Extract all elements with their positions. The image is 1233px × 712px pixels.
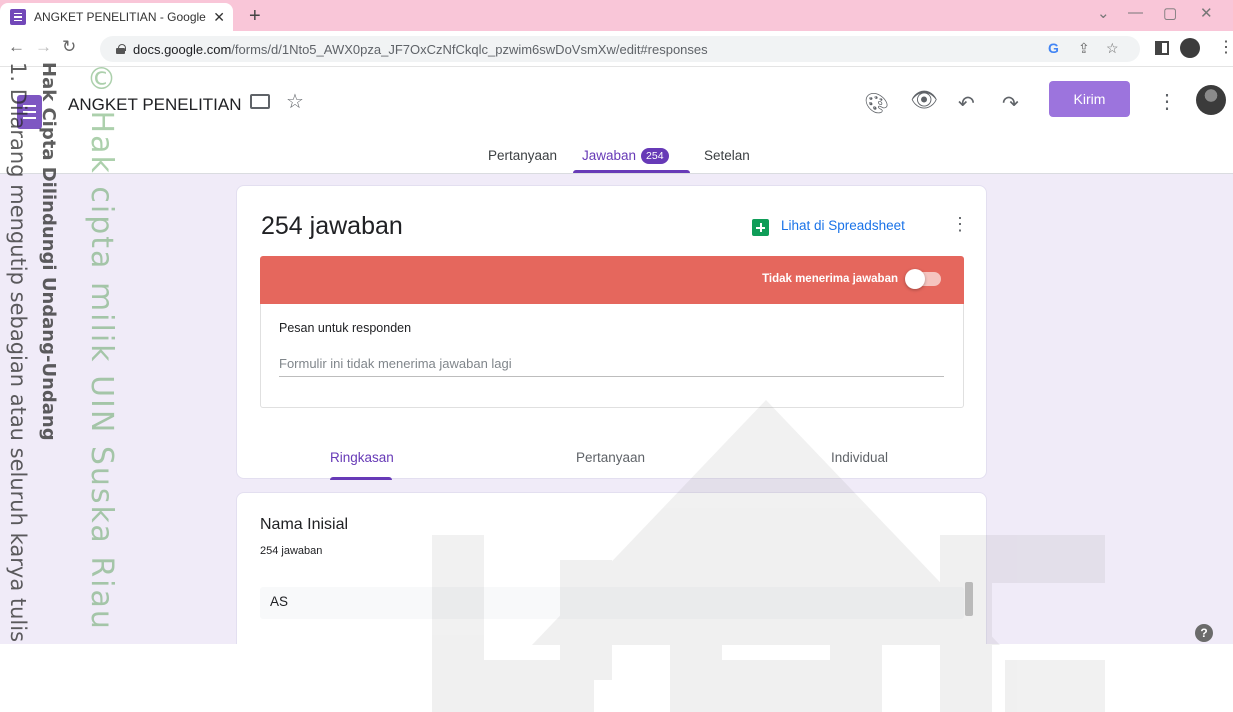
view-in-sheets-link[interactable]: Lihat di Spreadsheet xyxy=(781,218,905,233)
tab-responses[interactable]: Jawaban 254 xyxy=(582,148,669,164)
message-input-underline xyxy=(279,376,944,377)
lock-icon xyxy=(116,44,126,54)
tab-questions[interactable]: Pertanyaan xyxy=(488,148,557,163)
more-options-icon[interactable]: ⋮ xyxy=(1157,89,1177,114)
summary-tab-indicator xyxy=(330,477,392,480)
omnibox[interactable]: docs.google.com/forms/d/1Nto5_AWX0pza_JF… xyxy=(100,36,1140,62)
close-icon[interactable]: ✕ xyxy=(213,9,225,26)
tab-responses-label: Jawaban xyxy=(582,148,637,163)
form-title[interactable]: ANGKET PENELITIAN xyxy=(68,95,242,115)
palette-icon[interactable]: 🎨︎ xyxy=(864,91,889,116)
avatar[interactable] xyxy=(1196,85,1226,115)
tab-summary[interactable]: Ringkasan xyxy=(330,450,394,465)
question-response-count: 254 jawaban xyxy=(260,545,323,557)
tab-settings[interactable]: Setelan xyxy=(704,148,750,163)
back-icon[interactable]: ← xyxy=(8,37,25,57)
question-title: Nama Inisial xyxy=(260,516,349,533)
url-text: docs.google.com/forms/d/1Nto5_AWX0pza_JF… xyxy=(133,42,708,57)
not-accepting-banner: Tidak menerima jawaban xyxy=(260,256,964,304)
accepting-responses-toggle[interactable] xyxy=(905,269,941,289)
new-tab-button[interactable]: + xyxy=(249,5,261,28)
preview-eye-icon[interactable]: 👁︎ xyxy=(910,87,938,113)
forward-icon[interactable]: → xyxy=(35,37,52,57)
active-tab-indicator xyxy=(573,170,690,173)
browser-menu-icon[interactable]: ⋮ xyxy=(1218,37,1233,57)
forms-favicon-icon xyxy=(10,9,26,25)
toggle-knob xyxy=(905,269,925,289)
redo-icon[interactable]: ↷ xyxy=(1002,91,1019,116)
answer-item: AS xyxy=(260,587,964,619)
page-bottom-blank xyxy=(0,644,1233,712)
forms-header: ANGKET PENELITIAN ☆ 🎨︎ 👁︎ ↶ ↷ Kirim ⋮ Pe… xyxy=(0,67,1233,174)
responses-page: 254 jawaban Lihat di Spreadsheet ⋮ Tidak… xyxy=(0,174,1233,662)
help-icon[interactable]: ? xyxy=(1195,624,1213,642)
responses-more-icon[interactable]: ⋮ xyxy=(951,214,969,235)
address-bar-row: ← → ↻ docs.google.com/forms/d/1Nto5_AWX0… xyxy=(0,31,1233,67)
profile-icon[interactable] xyxy=(1180,38,1200,58)
answers-scrollbar[interactable] xyxy=(965,582,973,616)
minimize-button[interactable]: — xyxy=(1128,4,1143,21)
side-panel-icon[interactable] xyxy=(1155,41,1169,55)
tab-question-view[interactable]: Pertanyaan xyxy=(576,450,645,465)
reload-icon[interactable]: ↻ xyxy=(62,37,76,57)
respondent-message-box: Pesan untuk responden Formulir ini tidak… xyxy=(260,304,964,408)
tab-settings-label: Setelan xyxy=(704,148,750,163)
response-count-heading: 254 jawaban xyxy=(261,212,403,240)
message-input[interactable]: Formulir ini tidak menerima jawaban lagi xyxy=(279,356,512,371)
send-button[interactable]: Kirim xyxy=(1049,81,1130,117)
google-translate-icon[interactable]: G xyxy=(1048,40,1059,56)
not-accepting-label: Tidak menerima jawaban xyxy=(762,273,898,285)
tab-individual[interactable]: Individual xyxy=(831,450,888,465)
share-icon[interactable]: ⇪ xyxy=(1078,40,1090,57)
tab-questions-label: Pertanyaan xyxy=(488,148,558,163)
url-path: /forms/d/1Nto5_AWX0pza_JF7OxCzNfCkqlc_pz… xyxy=(231,41,708,57)
message-label: Pesan untuk responden xyxy=(279,321,412,335)
bookmark-star-icon[interactable]: ☆ xyxy=(1106,40,1119,57)
question-summary-card: Nama Inisial 254 jawaban AS xyxy=(236,492,987,662)
browser-tab-strip: ANGKET PENELITIAN - Google Fo ✕ + ⌄ — ▢ … xyxy=(0,0,1233,31)
browser-tab[interactable]: ANGKET PENELITIAN - Google Fo ✕ xyxy=(0,3,233,31)
undo-icon[interactable]: ↶ xyxy=(958,91,975,116)
restore-button[interactable]: ▢ xyxy=(1163,4,1177,22)
tab-search-icon[interactable]: ⌄ xyxy=(1097,4,1110,22)
sheets-icon[interactable] xyxy=(752,219,769,236)
response-count-badge: 254 xyxy=(641,148,669,164)
window-close-button[interactable]: ✕ xyxy=(1200,4,1213,22)
url-host: docs.google.com xyxy=(133,41,232,57)
responses-summary-card: 254 jawaban Lihat di Spreadsheet ⋮ Tidak… xyxy=(236,185,987,480)
folder-icon[interactable] xyxy=(250,94,270,109)
google-forms-logo-icon[interactable] xyxy=(17,95,42,129)
star-icon[interactable]: ☆ xyxy=(286,89,304,114)
tab-title: ANGKET PENELITIAN - Google Fo xyxy=(34,10,210,24)
